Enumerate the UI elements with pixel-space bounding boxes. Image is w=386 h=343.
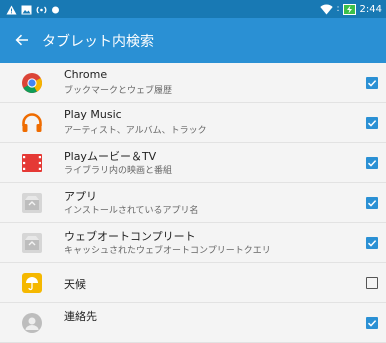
item-subtitle: ブックマークとウェブ履歴: [64, 86, 173, 96]
checkbox-apps[interactable]: [366, 197, 378, 209]
checkbox-chrome[interactable]: [366, 77, 378, 89]
chrome-icon: [21, 72, 43, 94]
check-icon: [367, 160, 377, 167]
web-autocomplete-icon: [21, 232, 43, 254]
app-bar: タブレット内検索: [0, 18, 386, 63]
camera-notification-icon: [51, 0, 60, 19]
weather-icon: [21, 272, 43, 294]
item-title: Chrome: [64, 68, 108, 81]
item-title: Play Music: [64, 108, 122, 121]
warning-icon: [6, 0, 17, 19]
page-title: タブレット内検索: [42, 34, 154, 50]
play-movies-icon: [21, 152, 43, 174]
checkbox-web-autocomplete[interactable]: [366, 237, 378, 249]
checkbox-weather[interactable]: [366, 277, 378, 289]
check-icon: [367, 120, 377, 127]
check-icon: [367, 200, 377, 207]
status-system: : 2:44: [320, 1, 382, 17]
wifi-icon: [320, 0, 334, 19]
list-item-apps[interactable]: アプリ インストールされているアプリ名: [0, 183, 386, 223]
play-music-icon: [21, 112, 43, 134]
item-subtitle: キャッシュされたウェブオートコンプリートクエリ: [64, 246, 271, 256]
item-title: 天候: [64, 278, 86, 291]
item-title: 連絡先: [64, 310, 97, 323]
list-item-contacts[interactable]: 連絡先: [0, 303, 386, 343]
list-item-chrome[interactable]: Chrome ブックマークとウェブ履歴: [0, 63, 386, 103]
check-icon: [367, 320, 377, 327]
back-button[interactable]: [8, 26, 36, 54]
checkbox-play-movies[interactable]: [366, 157, 378, 169]
item-subtitle: インストールされているアプリ名: [64, 206, 199, 216]
status-bar: : 2:44: [0, 0, 386, 18]
item-title: アプリ: [64, 190, 97, 203]
status-separator: :: [336, 4, 340, 14]
image-notification-icon: [21, 0, 32, 19]
checkbox-play-music[interactable]: [366, 117, 378, 129]
list-item-weather[interactable]: 天候: [0, 263, 386, 303]
check-icon: [367, 240, 377, 247]
contacts-icon: [21, 312, 43, 334]
item-title: ウェブオートコンプリート: [64, 230, 196, 243]
item-subtitle: アーティスト、アルバム、トラック: [64, 126, 207, 136]
item-title: Playムービー＆TV: [64, 150, 157, 163]
apps-icon: [21, 192, 43, 214]
list-item-web-autocomplete[interactable]: ウェブオートコンプリート キャッシュされたウェブオートコンプリートクエリ: [0, 223, 386, 263]
check-icon: [367, 80, 377, 87]
status-time: 2:44: [359, 3, 382, 15]
status-notifications: [6, 2, 60, 16]
list-item-play-music[interactable]: Play Music アーティスト、アルバム、トラック: [0, 103, 386, 143]
arrow-back-icon: [15, 34, 28, 46]
broadcast-icon: [36, 0, 47, 19]
checkbox-contacts[interactable]: [366, 317, 378, 329]
battery-charging-icon: [342, 0, 357, 19]
list-item-play-movies[interactable]: Playムービー＆TV ライブラリ内の映画と番組: [0, 143, 386, 183]
item-subtitle: ライブラリ内の映画と番組: [64, 166, 173, 176]
